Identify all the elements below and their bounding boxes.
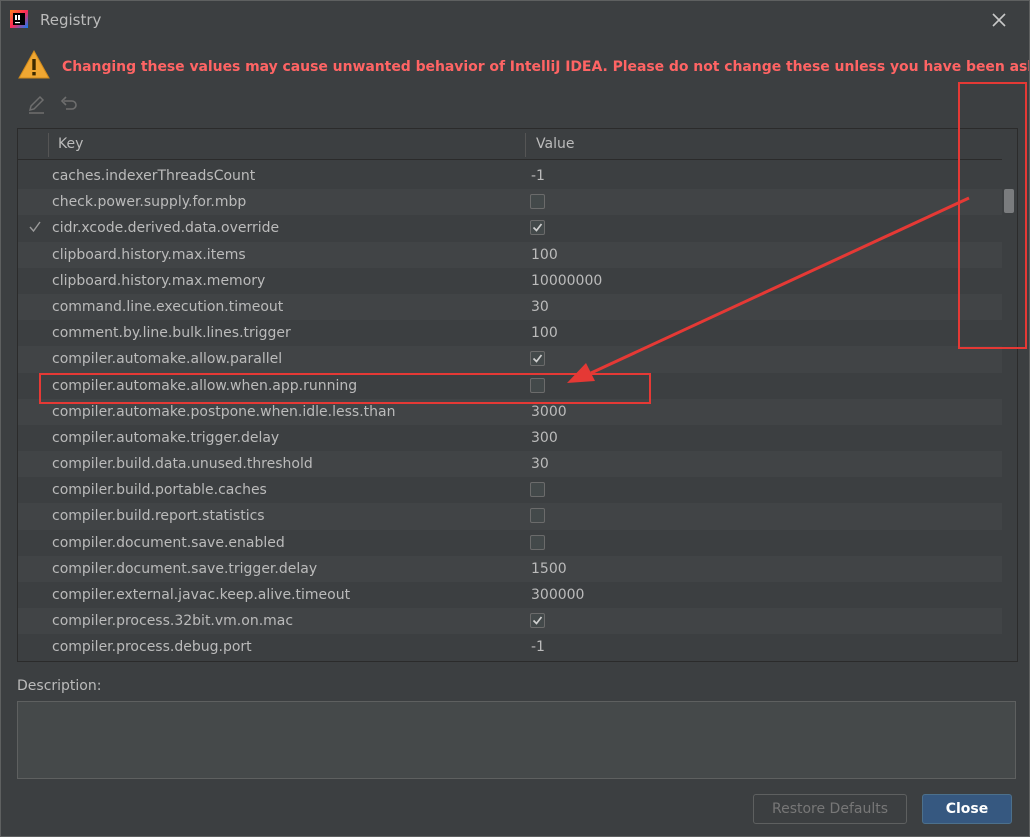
registry-dialog: Registry Changing these values may cause… <box>0 0 1030 837</box>
annotation-arrow <box>567 196 970 383</box>
